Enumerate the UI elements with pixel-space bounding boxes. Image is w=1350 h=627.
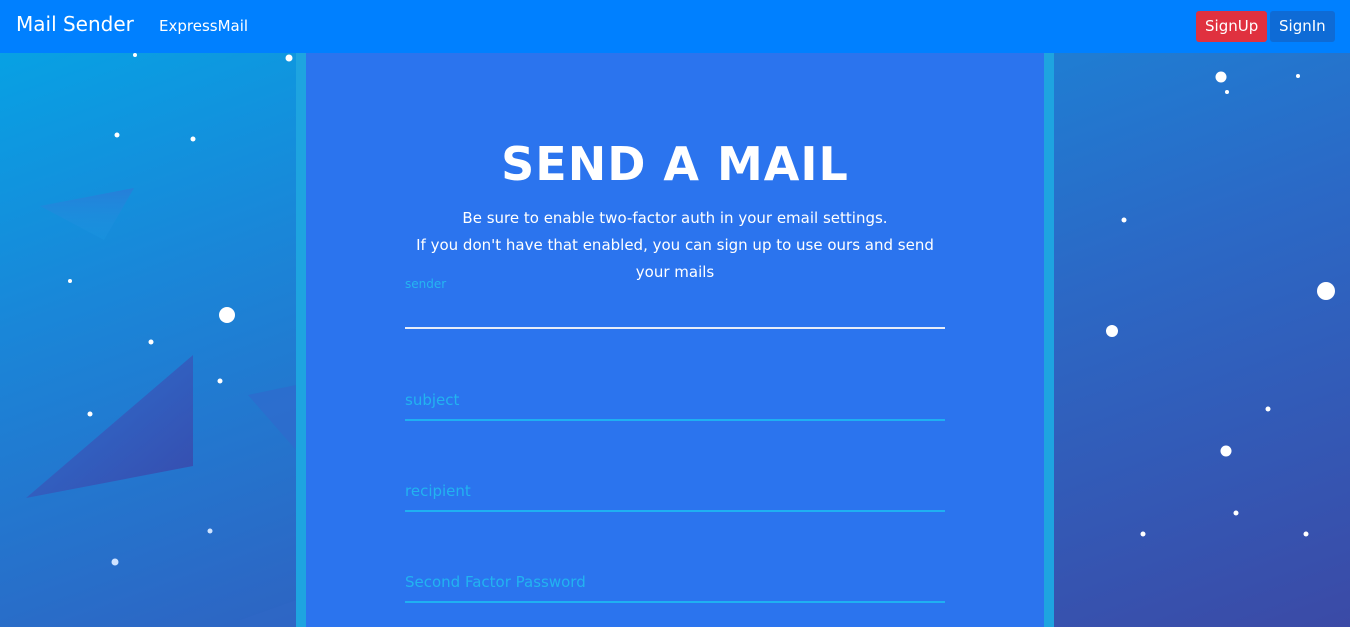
sender-field-group: sender xyxy=(405,277,945,331)
recipient-field-group xyxy=(405,478,945,514)
star-dot xyxy=(1303,531,1309,537)
description-line: If you don't have that enabled, you can … xyxy=(416,236,934,254)
navbar: Mail Sender ExpressMail SignUp SignIn xyxy=(0,0,1350,53)
star-dot xyxy=(133,53,137,57)
second-factor-field-group xyxy=(405,569,945,605)
second-factor-password-input[interactable] xyxy=(405,569,945,595)
triangle-shape xyxy=(26,355,193,498)
second-factor-underline xyxy=(405,601,945,603)
star-dot xyxy=(207,528,213,534)
recipient-underline xyxy=(405,510,945,512)
star-dot xyxy=(1296,74,1300,78)
star-dot xyxy=(190,136,196,142)
panel-right-edge xyxy=(1044,53,1054,627)
recipient-input[interactable] xyxy=(405,478,945,504)
star-dot xyxy=(217,378,223,384)
description: Be sure to enable two-factor auth in you… xyxy=(410,205,940,286)
signin-button[interactable]: SignIn xyxy=(1270,11,1335,42)
star-dot xyxy=(1317,282,1335,300)
panel-left-edge xyxy=(296,53,306,627)
star-dot xyxy=(1225,90,1229,94)
triangle-shape xyxy=(40,188,134,240)
star-dot xyxy=(1121,217,1127,223)
star-dot xyxy=(1233,510,1239,516)
star-dot xyxy=(1140,531,1146,537)
star-dot xyxy=(285,54,293,62)
nav-link-expressmail[interactable]: ExpressMail xyxy=(159,17,248,35)
star-dot xyxy=(114,132,120,138)
star-dot xyxy=(1106,325,1118,337)
subject-underline xyxy=(405,419,945,421)
star-dot xyxy=(1215,71,1227,83)
star-dot xyxy=(148,339,154,345)
sender-input[interactable] xyxy=(405,299,945,325)
signup-button[interactable]: SignUp xyxy=(1196,11,1268,42)
star-dot xyxy=(1265,406,1271,412)
description-line: Be sure to enable two-factor auth in you… xyxy=(462,209,888,227)
triangle-shape xyxy=(240,600,296,627)
star-dot xyxy=(219,307,235,323)
sender-underline xyxy=(405,327,945,329)
sender-label: sender xyxy=(405,277,447,291)
star-dot xyxy=(68,279,72,283)
subject-field-group xyxy=(405,387,945,423)
page-title: SEND A MAIL xyxy=(501,137,849,191)
star-dot xyxy=(111,558,119,566)
triangle-shape xyxy=(248,385,296,450)
page: Mail Sender ExpressMail SignUp SignIn SE… xyxy=(0,0,1350,627)
star-dot xyxy=(1220,445,1232,457)
send-mail-panel: SEND A MAIL Be sure to enable two-factor… xyxy=(306,53,1044,627)
star-dot xyxy=(87,411,93,417)
subject-input[interactable] xyxy=(405,387,945,413)
brand-logo[interactable]: Mail Sender xyxy=(16,12,134,36)
